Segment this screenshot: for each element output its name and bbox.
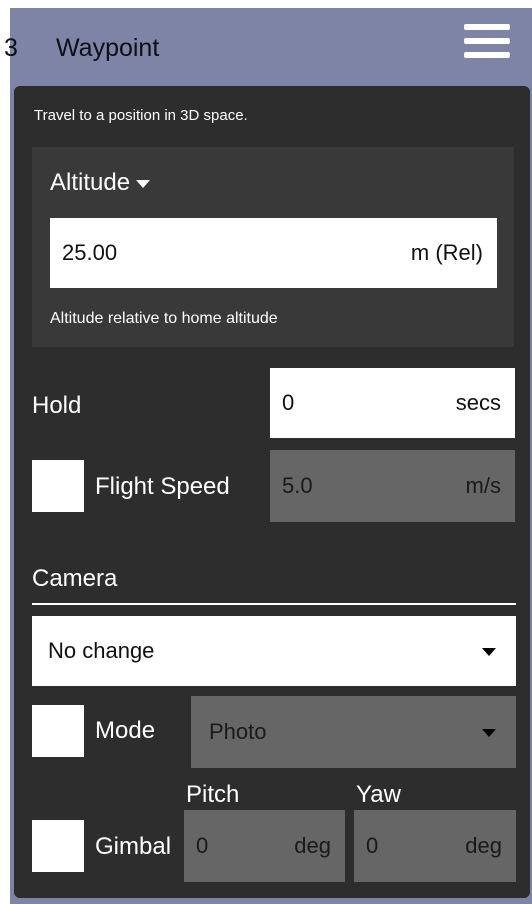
gimbal-label: Gimbal (95, 833, 172, 860)
pitch-value: 0 (196, 833, 209, 858)
altitude-mode-dropdown[interactable]: Altitude (50, 169, 151, 197)
chevron-down-icon (482, 729, 496, 738)
pitch-unit: deg (294, 833, 331, 858)
altitude-unit: m (Rel) (410, 240, 483, 265)
pitch-label: Pitch (186, 781, 240, 808)
altitude-value: 25.00 (62, 240, 118, 265)
camera-action-value: No change (48, 638, 155, 663)
camera-mode-value: Photo (209, 719, 267, 744)
hamburger-menu-icon[interactable] (464, 20, 512, 62)
gimbal-checkbox[interactable] (32, 820, 84, 872)
camera-section-divider (32, 603, 516, 605)
altitude-input[interactable]: 25.00 m (Rel) (50, 218, 497, 288)
flight-speed-checkbox[interactable] (32, 460, 84, 512)
chevron-down-icon (482, 648, 496, 657)
command-description: Travel to a position in 3D space. (34, 107, 248, 124)
altitude-mode-label: Altitude (50, 169, 131, 196)
flight-speed-value: 5.0 (282, 473, 313, 498)
yaw-value: 0 (366, 833, 379, 858)
hold-input[interactable]: 0 secs (270, 368, 515, 438)
flight-speed-unit: m/s (465, 473, 501, 498)
camera-mode-dropdown[interactable]: Photo (191, 696, 516, 768)
yaw-label: Yaw (356, 781, 401, 808)
flight-speed-input[interactable]: 5.0 m/s (270, 450, 515, 522)
mission-item-title[interactable]: Waypoint (56, 34, 159, 63)
hold-value: 0 (282, 390, 295, 415)
camera-mode-checkbox[interactable] (32, 705, 84, 757)
yaw-unit: deg (465, 833, 502, 858)
camera-mode-label: Mode (95, 717, 156, 744)
gimbal-pitch-input[interactable]: 0 deg (184, 810, 345, 882)
altitude-hint: Altitude relative to home altitude (50, 310, 278, 327)
hold-unit: secs (455, 390, 501, 415)
camera-action-dropdown[interactable]: No change (32, 616, 516, 686)
flight-speed-label: Flight Speed (95, 473, 230, 500)
chevron-down-icon (136, 179, 151, 188)
hold-label: Hold (32, 392, 82, 419)
mission-item-number: 3 (4, 34, 18, 62)
camera-section-label: Camera (32, 565, 118, 592)
gimbal-yaw-input[interactable]: 0 deg (354, 810, 516, 882)
